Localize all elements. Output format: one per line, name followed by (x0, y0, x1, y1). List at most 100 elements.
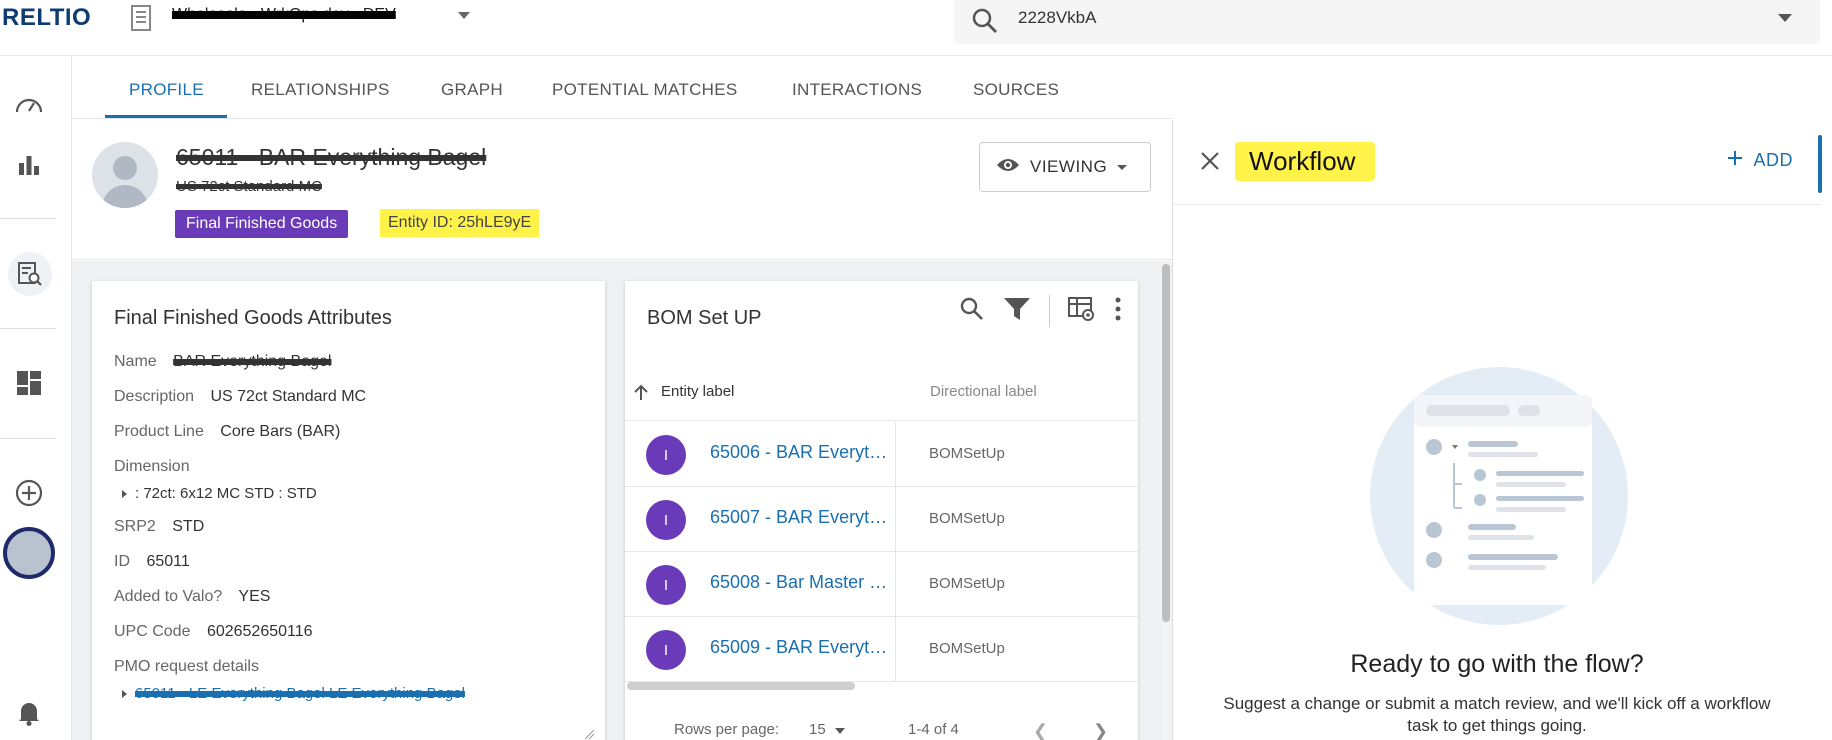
row-directional-label: BOMSetUp (929, 445, 1005, 462)
search-icon[interactable] (959, 296, 985, 327)
tenant-selector[interactable]: Wholesale - WrkOps dev - DEV (172, 6, 396, 24)
chevron-left-icon[interactable]: ❮ (1033, 721, 1048, 740)
attr-srp2: SRP2 STD (114, 518, 205, 535)
table-pagination: Rows per page: 15 1-4 of 4 ❮ ❯ (625, 711, 1138, 740)
chart-icon[interactable] (12, 148, 46, 182)
workflow-title: Workflow (1235, 142, 1376, 181)
tab-graph[interactable]: GRAPH (441, 80, 503, 100)
tab-profile[interactable]: PROFILE (129, 80, 204, 100)
chevron-down-icon[interactable] (835, 728, 845, 734)
row-entity-link[interactable]: 65007 - BAR Everything Bagel (710, 507, 890, 528)
tenant-icon[interactable] (130, 4, 154, 32)
attr-pmo-nested[interactable]: 65011 - LE Everything Bagel LE Everythin… (122, 685, 465, 702)
column-divider (895, 552, 896, 617)
entity-subtitle: US 72ct Standard MC (176, 178, 322, 195)
table-row[interactable]: I 65007 - BAR Everything Bagel BOMSetUp (625, 487, 1138, 552)
rows-per-page-select[interactable]: 15 (809, 721, 826, 738)
user-avatar[interactable] (3, 527, 55, 579)
attr-name: Name BAR Everything Bagel (114, 353, 332, 370)
profile-header: 65011 - BAR Everything Bagel US 72ct Sta… (72, 120, 1172, 260)
attr-dimension: Dimension (114, 458, 190, 475)
vertical-scrollbar-thumb[interactable] (1162, 264, 1170, 622)
workflow-illustration (1366, 363, 1632, 629)
viewing-mode-button[interactable]: VIEWING (979, 142, 1151, 192)
page-range: 1-4 of 4 (908, 721, 959, 738)
workflow-empty-heading: Ready to go with the flow? (1350, 650, 1644, 678)
expand-arrow-icon[interactable] (122, 490, 127, 499)
tab-potential-matches[interactable]: POTENTIAL MATCHES (552, 80, 738, 100)
notification-bell-icon[interactable] (12, 696, 46, 730)
attr-added-to-valo: Added to Valo? YES (114, 588, 271, 605)
tab-sources[interactable]: SOURCES (973, 80, 1059, 100)
resize-handle-icon[interactable] (583, 727, 595, 740)
profile-content: Final Finished Goods Attributes Name BAR… (72, 261, 1172, 740)
viewing-label: VIEWING (1030, 157, 1108, 176)
bom-toolbar (959, 295, 1122, 327)
tenant-chevron-down-icon[interactable] (458, 12, 470, 19)
attributes-card: Final Finished Goods Attributes Name BAR… (92, 281, 605, 740)
table-view-icon[interactable] (1068, 296, 1096, 327)
column-divider (895, 487, 896, 552)
workflow-empty-text: Suggest a change or submit a match revie… (1223, 694, 1771, 735)
row-entity-link[interactable]: 65008 - Bar Master Bagel (710, 572, 890, 593)
rail-divider (0, 218, 56, 219)
row-avatar: I (646, 630, 686, 670)
active-tab-indicator (105, 115, 227, 118)
attr-id: ID 65011 (114, 553, 190, 570)
plus-icon (1727, 150, 1743, 171)
attr-product-line: Product Line Core Bars (BAR) (114, 423, 341, 440)
workflow-panel: Workflow ADD Ready to go with the flow? … (1172, 120, 1821, 740)
table-row[interactable]: I 65006 - BAR Everything Bagel BOMSetUp (625, 422, 1138, 487)
attr-upc-code: UPC Code 602652650116 (114, 623, 313, 640)
top-bar: RELTIO Wholesale - WrkOps dev - DEV 2228… (0, 0, 1832, 56)
search-input[interactable]: 2228VkbA (1018, 8, 1096, 28)
add-workflow-button[interactable]: ADD (1727, 150, 1793, 171)
entity-id: Entity ID: 25hLE9yE (380, 209, 540, 237)
sort-arrow-up-icon[interactable] (633, 383, 649, 406)
column-entity-label[interactable]: Entity label (661, 383, 734, 400)
search-icon (970, 6, 1000, 41)
workflow-header: Workflow ADD (1173, 120, 1821, 205)
row-entity-link[interactable]: 65006 - BAR Everything Bagel (710, 442, 890, 463)
row-directional-label: BOMSetUp (929, 640, 1005, 657)
dashboard-gauge-icon[interactable] (12, 88, 46, 122)
filter-icon[interactable] (1003, 296, 1031, 327)
reltio-logo[interactable]: RELTIO (2, 4, 91, 32)
rail-divider (0, 438, 56, 439)
add-circle-icon[interactable] (12, 476, 46, 510)
rows-per-page-label: Rows per page: (674, 721, 780, 738)
entity-type-badge: Final Finished Goods (175, 210, 349, 238)
column-directional-label[interactable]: Directional label (930, 383, 1037, 400)
tab-relationships[interactable]: RELATIONSHIPS (251, 80, 390, 100)
bom-table-header: Entity label Directional label (625, 361, 1138, 421)
toolbar-divider (1049, 295, 1050, 327)
attr-pmo-request: PMO request details (114, 658, 259, 675)
row-entity-link[interactable]: 65009 - BAR Everything Bagel (710, 637, 890, 658)
attributes-card-title: Final Finished Goods Attributes (114, 307, 392, 329)
entity-name: 65011 - BAR Everything Bagel (176, 144, 487, 170)
rail-divider (0, 328, 56, 329)
expand-arrow-icon[interactable] (122, 690, 127, 699)
row-directional-label: BOMSetUp (929, 575, 1005, 592)
global-search[interactable]: 2228VkbA (954, 0, 1820, 44)
horizontal-scrollbar[interactable] (627, 682, 855, 690)
more-vert-icon[interactable] (1114, 297, 1122, 326)
table-row[interactable]: I 65009 - BAR Everything Bagel BOMSetUp (625, 617, 1138, 682)
entity-avatar (92, 142, 158, 208)
table-row[interactable]: I 65008 - Bar Master Bagel BOMSetUp (625, 552, 1138, 617)
bom-card-title: BOM Set UP (647, 307, 762, 329)
row-directional-label: BOMSetUp (929, 510, 1005, 527)
attr-dimension-nested[interactable]: : 72ct: 6x12 MC STD : STD (122, 485, 317, 502)
left-rail (0, 56, 72, 740)
bom-card: BOM Set UP Entity label Directional labe… (625, 281, 1138, 740)
tab-interactions[interactable]: INTERACTIONS (792, 80, 922, 100)
profile-tabs: PROFILE RELATIONSHIPS GRAPH POTENTIAL MA… (72, 56, 1172, 119)
row-avatar: I (646, 565, 686, 605)
search-chevron-down-icon[interactable] (1778, 14, 1792, 22)
dashboard-grid-icon[interactable] (12, 366, 46, 400)
panel-accent-bar (1818, 135, 1822, 193)
chevron-right-icon[interactable]: ❯ (1093, 721, 1108, 740)
close-icon[interactable] (1199, 150, 1221, 177)
eye-icon (996, 157, 1020, 178)
search-entities-icon[interactable] (8, 252, 52, 296)
